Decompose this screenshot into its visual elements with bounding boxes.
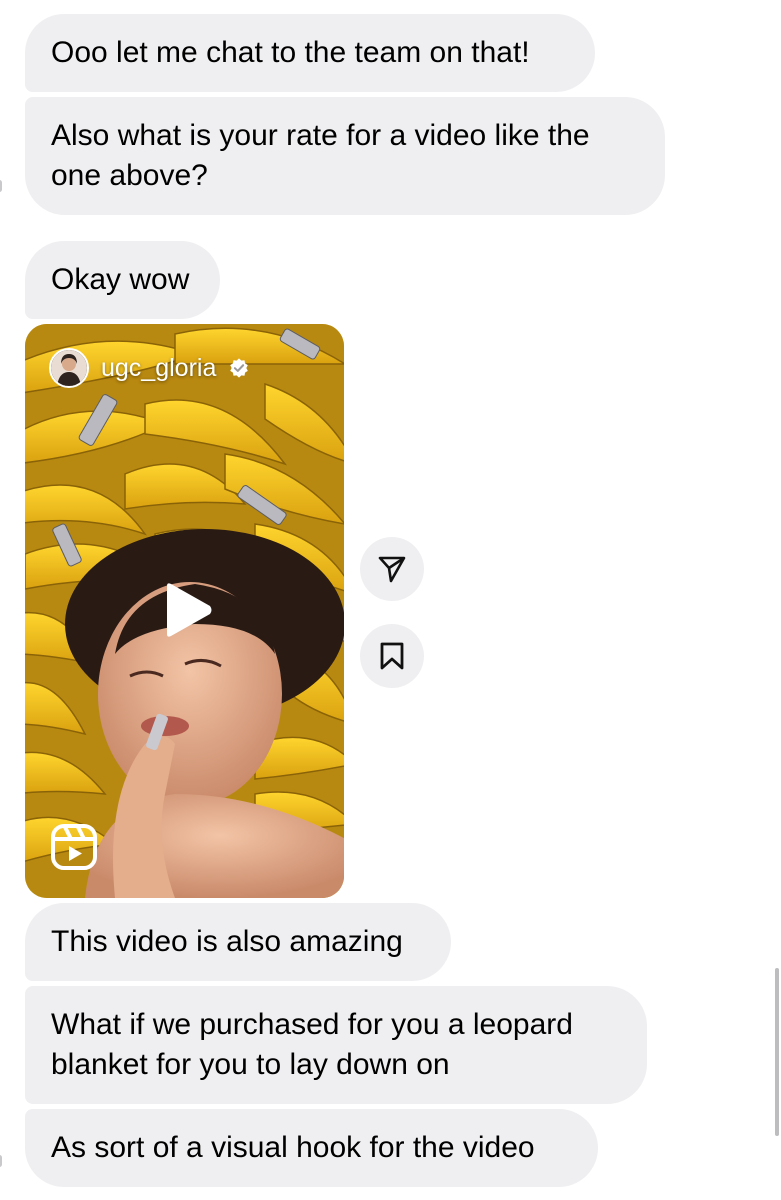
avatar[interactable] [49, 348, 89, 388]
avatar-edge [0, 1155, 2, 1167]
message-text: Also what is your rate for a video like … [51, 119, 590, 152]
message-text: blanket for you to lay down on [51, 1048, 450, 1081]
message-bubble[interactable]: This video is also amazing [25, 903, 451, 981]
chat-thread: Ooo let me chat to the team on that! Als… [0, 0, 781, 1200]
reels-icon [51, 824, 97, 870]
bookmark-icon [380, 642, 404, 670]
reel-username[interactable]: ugc_gloria [101, 354, 216, 383]
message-bubble[interactable]: Also what is your rate for a video like … [25, 97, 665, 215]
avatar-edge [0, 180, 2, 192]
message-text: This video is also amazing [51, 925, 403, 958]
shared-reel[interactable]: ugc_gloria [25, 324, 344, 898]
message-bubble[interactable]: As sort of a visual hook for the video [25, 1109, 598, 1187]
share-button[interactable] [360, 537, 424, 601]
message-bubble[interactable]: Ooo let me chat to the team on that! [25, 14, 595, 92]
message-bubble[interactable]: Okay wow [25, 241, 220, 319]
play-icon[interactable] [161, 582, 213, 638]
paper-plane-icon [378, 556, 406, 583]
message-text: As sort of a visual hook for the video [51, 1131, 535, 1164]
message-text: Ooo let me chat to the team on that! [51, 36, 530, 69]
save-button[interactable] [360, 624, 424, 688]
verified-icon [230, 358, 249, 378]
scrollbar[interactable] [775, 968, 779, 1136]
message-bubble[interactable]: What if we purchased for you a leopard b… [25, 986, 647, 1104]
message-text: What if we purchased for you a leopard [51, 1008, 573, 1041]
message-text: one above? [51, 159, 208, 192]
message-text: Okay wow [51, 263, 190, 296]
reel-header: ugc_gloria [49, 348, 250, 388]
